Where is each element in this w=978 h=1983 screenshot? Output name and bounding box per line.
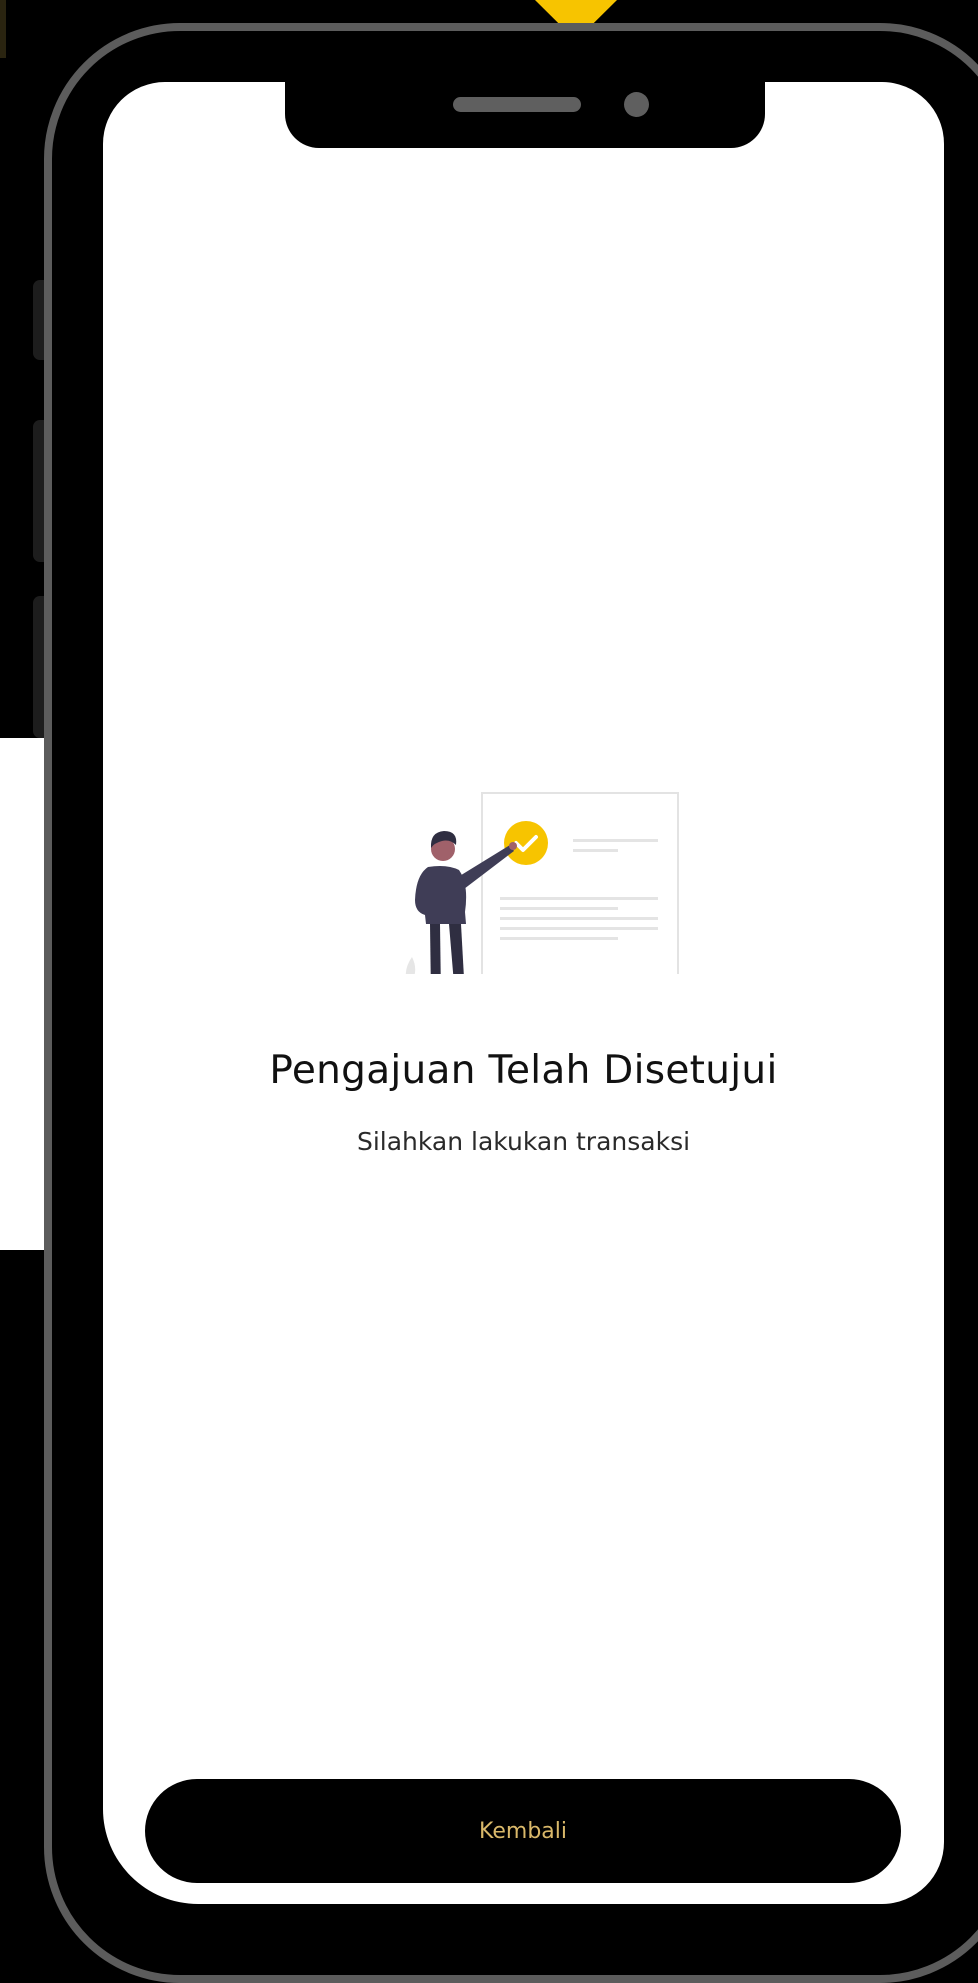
page-subtitle: Silahkan lakukan transaksi — [356, 1127, 691, 1156]
leaf-plant-decoration — [405, 957, 416, 974]
back-button-label: Kembali — [479, 1818, 567, 1844]
back-button[interactable]: Kembali — [145, 1779, 901, 1883]
front-camera — [624, 92, 649, 117]
background-corner-accent — [0, 0, 6, 58]
background-panel — [0, 738, 48, 1250]
app-background: Pengajuan Telah Disetujui Silahkan lakuk… — [0, 0, 978, 1983]
approved-document-illustration — [405, 792, 679, 974]
phone-notch — [285, 70, 765, 148]
document-card — [481, 792, 679, 974]
page-title: Pengajuan Telah Disetujui — [269, 1048, 778, 1093]
speaker-grille — [453, 97, 581, 112]
phone-screen: Pengajuan Telah Disetujui Silahkan lakuk… — [103, 82, 944, 1904]
